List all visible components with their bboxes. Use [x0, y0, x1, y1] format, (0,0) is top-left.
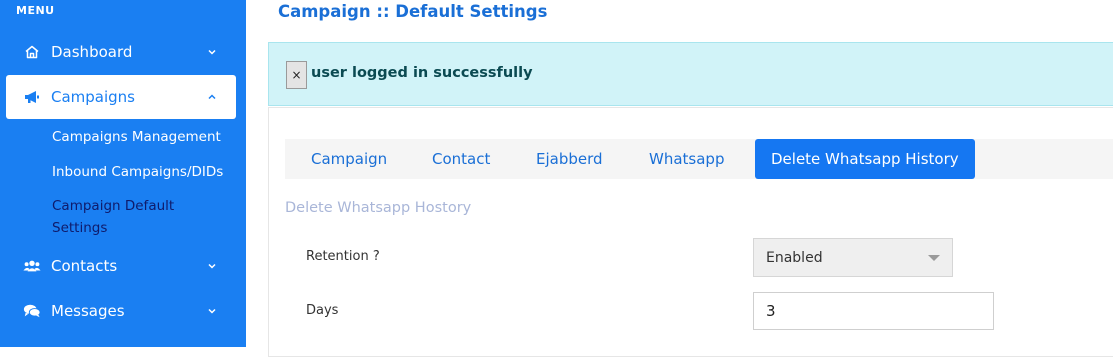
menu-heading: MENU	[16, 4, 55, 17]
sidebar-item-label: Dashboard	[51, 43, 133, 61]
retention-selected-value: Enabled	[766, 249, 823, 266]
sidebar: MENU Dashboard Campaigns Campaigns Manag…	[0, 0, 246, 347]
chevron-down-icon	[206, 260, 218, 272]
tab-delete-whatsapp-history[interactable]: Delete Whatsapp History	[755, 139, 975, 179]
success-alert: × user logged in successfully	[268, 42, 1113, 106]
home-icon	[23, 43, 41, 61]
section-title: Delete Whatsapp Hostory	[285, 200, 472, 216]
megaphone-icon	[23, 88, 41, 106]
chevron-down-icon	[206, 305, 218, 317]
sidebar-item-dashboard[interactable]: Dashboard	[6, 30, 236, 74]
subitem-campaigns-management[interactable]: Campaigns Management	[52, 126, 232, 148]
retention-label: Retention ?	[306, 249, 380, 264]
tab-campaign[interactable]: Campaign	[311, 139, 387, 179]
sidebar-item-contacts[interactable]: Contacts	[6, 244, 236, 288]
tab-ejabberd[interactable]: Ejabberd	[536, 139, 603, 179]
sidebar-item-label: Messages	[51, 302, 125, 320]
subitem-campaign-default-settings[interactable]: Campaign Default Settings	[52, 195, 232, 239]
days-input[interactable]	[753, 292, 994, 330]
sidebar-item-label: Contacts	[51, 257, 118, 275]
sidebar-item-campaigns[interactable]: Campaigns	[6, 75, 236, 119]
chevron-up-icon	[206, 91, 218, 103]
retention-select[interactable]: Enabled	[753, 238, 953, 277]
users-icon	[23, 257, 41, 275]
page-title: Campaign :: Default Settings	[278, 2, 548, 21]
settings-card: Campaign Contact Ejabberd Whatsapp Delet…	[268, 107, 1113, 357]
chevron-down-icon	[206, 46, 218, 58]
subitem-inbound-campaigns[interactable]: Inbound Campaigns/DIDs	[52, 161, 232, 183]
tab-whatsapp[interactable]: Whatsapp	[649, 139, 724, 179]
alert-message: user logged in successfully	[311, 65, 533, 81]
sidebar-item-messages[interactable]: Messages	[6, 289, 236, 333]
days-label: Days	[306, 303, 339, 318]
main-content: Campaign :: Default Settings × user logg…	[246, 0, 1113, 357]
tab-contact[interactable]: Contact	[432, 139, 490, 179]
chat-icon	[23, 302, 41, 320]
close-button[interactable]: ×	[286, 61, 307, 89]
tab-bar: Campaign Contact Ejabberd Whatsapp Delet…	[285, 139, 1113, 179]
sidebar-item-label: Campaigns	[51, 88, 136, 106]
caret-down-icon	[928, 255, 940, 261]
